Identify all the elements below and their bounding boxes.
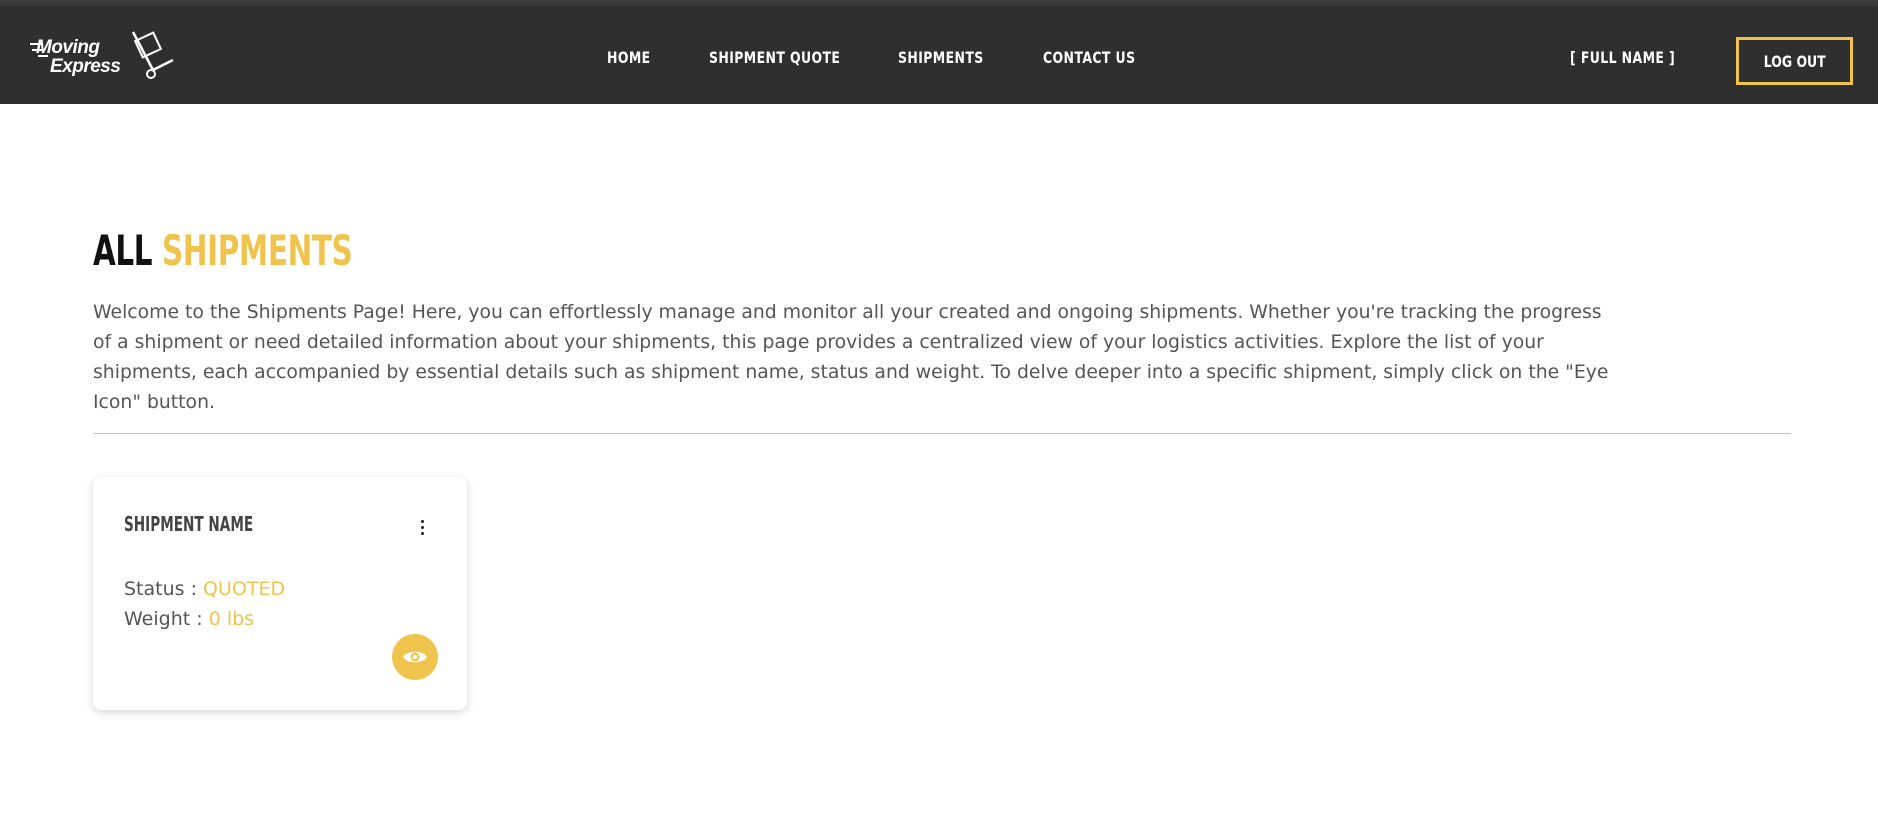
more-vertical-icon[interactable] (415, 516, 429, 538)
page-title-word-1: ALL (93, 226, 153, 275)
shipment-name: SHIPMENT NAME (124, 512, 254, 536)
status-value: QUOTED (203, 578, 286, 600)
status-label: Status : (124, 578, 204, 600)
nav-contact-us[interactable]: CONTACT US (1043, 48, 1135, 67)
top-navbar: Moving Express HOME SHIPMENT QUOTE SHIPM… (0, 0, 1878, 104)
nav-shipment-quote[interactable]: SHIPMENT QUOTE (709, 48, 840, 67)
weight-value: 0 lbs (208, 608, 255, 630)
shipment-card: SHIPMENT NAME Status : QUOTED Weight : 0… (93, 477, 467, 710)
logout-button[interactable]: LOG OUT (1736, 37, 1853, 85)
logo-text: Moving Express (36, 37, 121, 77)
intro-paragraph: Welcome to the Shipments Page! Here, you… (93, 301, 1609, 413)
logout-button-label: LOG OUT (1763, 51, 1826, 71)
page-title-word-2: SHIPMENTS (162, 226, 353, 275)
shipment-weight: Weight : 0 lbs (124, 608, 254, 630)
user-full-name: [ FULL NAME ] (1570, 48, 1676, 67)
weight-label: Weight : (124, 608, 209, 630)
logo-line-1: Moving (36, 37, 100, 58)
nav-home[interactable]: HOME (607, 48, 651, 67)
eye-icon (403, 651, 427, 663)
logo-line-2: Express (50, 56, 121, 77)
view-shipment-button[interactable] (392, 634, 438, 680)
section-divider (93, 433, 1791, 434)
shipment-status: Status : QUOTED (124, 578, 285, 600)
brand-logo[interactable]: Moving Express (30, 30, 180, 82)
page-title: ALL SHIPMENTS (93, 226, 353, 275)
nav-shipments[interactable]: SHIPMENTS (898, 48, 984, 67)
